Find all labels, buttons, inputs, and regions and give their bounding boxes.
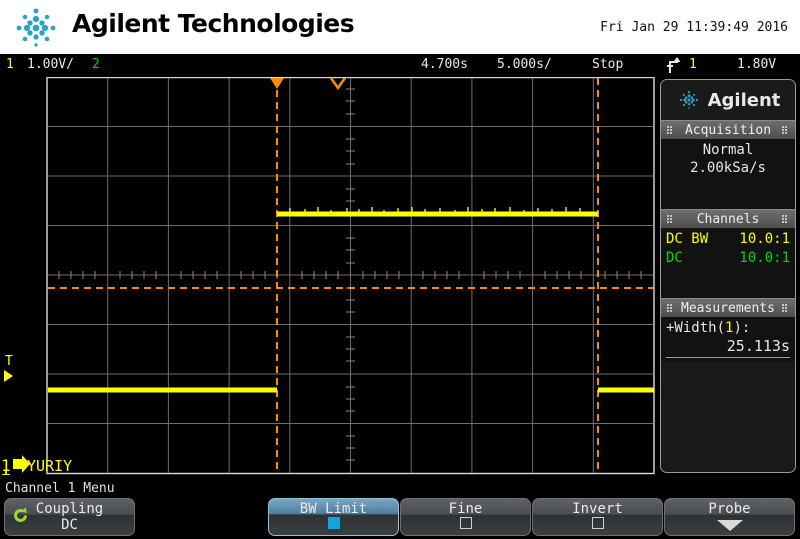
softkey-probe[interactable]: Probe: [664, 498, 795, 536]
brand-title: Agilent Technologies: [72, 9, 355, 38]
rotary-knob-icon: [14, 507, 27, 522]
softkey-fine[interactable]: Fine: [400, 498, 531, 536]
drag-grip-icon[interactable]: [782, 304, 789, 313]
info-sidebar: Agilent Acquisition Normal 2.00kSa/s Cha…: [660, 79, 796, 473]
channel2-coupling: DC: [666, 250, 683, 266]
drag-grip-icon[interactable]: [667, 304, 674, 313]
acquisition-mode: Normal: [702, 142, 754, 158]
measurement-name-prefix: +Width(: [666, 320, 726, 336]
trigger-level-marker-label: T: [5, 354, 13, 369]
measurement-label: +Width(1):: [666, 319, 790, 337]
agilent-starburst-icon: [679, 90, 698, 109]
softkey-probe-arrow-wrap: [665, 517, 794, 536]
channel1-coupling: DC BW: [666, 231, 709, 247]
sidebar-section-measurements-body: +Width(1): 25.113s: [661, 317, 795, 362]
drag-grip-icon[interactable]: [782, 215, 789, 224]
status-channel1-number[interactable]: 1: [6, 57, 14, 72]
sidebar-section-acquisition-header[interactable]: Acquisition: [661, 120, 795, 139]
app-header: Agilent Technologies Fri Jan 29 11:39:49…: [0, 0, 800, 54]
agilent-starburst-icon: [16, 8, 56, 47]
softkey-fine-checkbox-wrap: [401, 517, 530, 533]
softkey-invert-checkbox-wrap: [533, 517, 662, 533]
checkbox-icon[interactable]: [591, 517, 604, 529]
acquisition-sample-rate: 2.00kSa/s: [690, 160, 766, 176]
sidebar-section-channels-body: DC BW 10.0:1 DC 10.0:1: [661, 228, 795, 298]
rising-edge-trigger-icon: [667, 57, 682, 78]
softkey-coupling[interactable]: Coupling DC: [4, 498, 135, 536]
status-channel1-scale[interactable]: 1.00V/: [27, 57, 74, 72]
sidebar-section-acquisition-body: Normal 2.00kSa/s: [661, 139, 795, 209]
sidebar-logo-text: Agilent: [707, 89, 781, 111]
status-trigger-source[interactable]: 1: [689, 57, 697, 72]
softkey-bw-limit-label: BW Limit: [299, 501, 368, 517]
softkey-bw-limit[interactable]: BW Limit: [268, 498, 399, 536]
status-timebase[interactable]: 5.000s/: [497, 57, 552, 72]
sidebar-section-measurements-header[interactable]: Measurements: [661, 298, 795, 317]
measurement-name-suffix: ):: [733, 320, 751, 336]
sidebar-logo: Agilent: [661, 80, 795, 120]
waveform-display[interactable]: T 1 YURIY: [0, 77, 657, 475]
trigger-level-arrow-icon[interactable]: [4, 370, 13, 382]
softkey-invert[interactable]: Invert: [532, 498, 663, 536]
channel2-probe-ratio: 10.0:1: [739, 250, 790, 266]
sidebar-section-acquisition-title: Acquisition: [684, 123, 772, 138]
drag-grip-icon[interactable]: [667, 126, 674, 135]
oscilloscope-screen: Agilent Technologies Fri Jan 29 11:39:49…: [0, 0, 800, 539]
channels-spacer: [666, 268, 790, 294]
status-trigger-level[interactable]: 1.80V: [737, 57, 776, 72]
softkey-invert-label: Invert: [572, 501, 623, 517]
sidebar-section-measurements-title: Measurements: [681, 301, 775, 316]
down-arrow-icon[interactable]: [713, 519, 747, 532]
sidebar-section-channels-title: Channels: [696, 212, 760, 227]
status-delay[interactable]: 4.700s: [421, 57, 468, 72]
channel1-probe-ratio: 10.0:1: [739, 231, 790, 247]
softkey-probe-label: Probe: [708, 501, 751, 517]
softkey-bar: Coupling DC BW Limit Fine Invert Probe: [0, 498, 800, 539]
softkey-bw-limit-checkbox-wrap: [269, 517, 398, 533]
sidebar-section-channels-header[interactable]: Channels: [661, 209, 795, 228]
drag-grip-icon[interactable]: [782, 126, 789, 135]
measurement-value: 25.113s: [666, 337, 790, 358]
drag-grip-icon[interactable]: [667, 215, 674, 224]
acquisition-spacer: [666, 177, 790, 205]
checkbox-icon[interactable]: [327, 517, 340, 529]
status-bar: 1 1.00V/ 2 4.700s 5.000s/ Stop 1 1.80V: [0, 54, 800, 76]
status-run-state[interactable]: Stop: [592, 57, 623, 72]
softkey-fine-label: Fine: [448, 501, 483, 517]
checkbox-icon[interactable]: [459, 517, 472, 529]
datetime-label: Fri Jan 29 11:39:49 2016: [600, 20, 788, 35]
channel-row[interactable]: DC 10.0:1: [666, 249, 790, 268]
channel-row[interactable]: DC BW 10.0:1: [666, 230, 790, 249]
channel1-name-label[interactable]: YURIY: [27, 457, 72, 475]
graticule-grid: [46, 77, 655, 475]
status-channel2-number[interactable]: 2: [92, 57, 100, 72]
menu-title: Channel 1 Menu: [5, 481, 115, 496]
